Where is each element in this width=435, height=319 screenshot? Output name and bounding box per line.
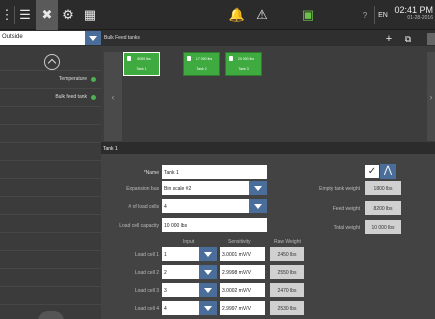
- loadcell-input-select[interactable]: 2: [162, 265, 199, 279]
- sidebar-empty-row: [0, 160, 101, 177]
- step-button[interactable]: ⋀: [380, 164, 396, 179]
- empty-weight-value: 1800 lbs: [365, 181, 401, 195]
- tank-tile-3[interactable]: 20 000 lbs Tank 3: [225, 52, 262, 76]
- sidebar-item-bulk-feed-tank[interactable]: Bulk feed tank: [0, 88, 101, 105]
- help-icon[interactable]: ?: [358, 0, 372, 30]
- strip-next-button[interactable]: ›: [427, 52, 435, 141]
- warning-icon[interactable]: ⚠: [252, 0, 272, 30]
- chevron-down-icon[interactable]: [85, 31, 101, 45]
- location-select[interactable]: Outside: [0, 31, 101, 45]
- loadcell-label: Load cell 1: [134, 252, 159, 258]
- expansion-label: Expansion bus: [126, 186, 159, 192]
- raw-weight-value: 2450 lbs: [270, 247, 304, 261]
- clock-time: 02:41 PM: [394, 5, 433, 15]
- breadcrumb: Bulk Feed tanks: [104, 35, 140, 41]
- sidebar-empty-row: [0, 124, 101, 141]
- column-header: Sensitivity: [228, 239, 251, 245]
- bell-icon[interactable]: 🔔: [228, 0, 246, 30]
- loadcell-input-select[interactable]: 4: [162, 301, 199, 315]
- sensitivity-field[interactable]: 3.0002 mV/V: [220, 283, 265, 297]
- feed-weight-label: Feed weight: [332, 206, 360, 212]
- loadcell-input-select[interactable]: 1: [162, 247, 199, 261]
- grid-icon[interactable]: ▦: [80, 0, 100, 30]
- chevron-down-icon[interactable]: [199, 301, 217, 315]
- add-button[interactable]: +: [383, 33, 395, 45]
- chevron-down-icon[interactable]: [199, 283, 217, 297]
- loadcells-label: # of load cells: [128, 204, 159, 210]
- sidebar-empty-row: [0, 250, 101, 267]
- loadcells-select[interactable]: 4: [162, 199, 249, 213]
- loadcell-label: Load cell 2: [134, 270, 159, 276]
- tools-icon[interactable]: ✖: [36, 0, 58, 30]
- sidebar-empty-row: [0, 106, 101, 123]
- total-weight-value: 10 000 lbs: [365, 220, 401, 234]
- tank-tile-value: 20 000 lbs: [237, 57, 255, 61]
- loadcell-input-select[interactable]: 3: [162, 283, 199, 297]
- tank-tile-value: 17 000 lbs: [195, 57, 213, 61]
- raw-weight-value: 2550 lbs: [270, 265, 304, 279]
- chevron-up-icon[interactable]: [44, 54, 60, 70]
- sidebar-empty-row: [0, 142, 101, 159]
- location-value: Outside: [2, 34, 23, 40]
- sensitivity-field[interactable]: 2.9998 mV/V: [220, 265, 265, 279]
- sidebar-scroll-handle[interactable]: [38, 311, 64, 319]
- tank-tile-2[interactable]: 17 000 lbs Tank 2: [183, 52, 220, 76]
- divider: [374, 6, 375, 24]
- sidebar-empty-row: [0, 178, 101, 195]
- sidebar-empty-row: [0, 196, 101, 213]
- tank-tile-name: Tank 1: [136, 67, 147, 71]
- sidebar-empty-row: [0, 214, 101, 231]
- chevron-down-icon[interactable]: [249, 199, 267, 213]
- sidebar-item-temperature[interactable]: Temperature: [0, 70, 101, 87]
- column-header: Input: [183, 239, 195, 245]
- language-button[interactable]: EN: [376, 0, 390, 30]
- chevron-left-icon: ‹: [111, 91, 115, 102]
- empty-weight-label: Empty tank weight: [319, 186, 360, 192]
- name-field[interactable]: Tank 1: [162, 165, 267, 179]
- screen-icon[interactable]: ▣: [298, 0, 318, 30]
- status-dot: [91, 77, 96, 82]
- chevron-down-icon[interactable]: [249, 181, 267, 195]
- raw-weight-value: 2470 lbs: [270, 283, 304, 297]
- sidebar: Temperature Bulk feed tank: [0, 46, 101, 319]
- total-weight-label: Total weight: [333, 225, 360, 231]
- chevron-down-icon[interactable]: [199, 265, 217, 279]
- raw-weight-value: 2530 lbs: [270, 301, 304, 315]
- sidebar-empty-row: [0, 232, 101, 249]
- ok-button[interactable]: ✓: [365, 165, 379, 178]
- expansion-select[interactable]: Bin scale #2: [162, 181, 249, 195]
- feed-weight-value: 8200 lbs: [365, 201, 401, 215]
- clock-date: 01-28-2016: [407, 15, 433, 21]
- sidebar-item-label: Bulk feed tank: [55, 94, 87, 100]
- strip-prev-button[interactable]: ‹: [104, 52, 122, 141]
- chevron-down-icon[interactable]: [199, 247, 217, 261]
- tank-tile-name: Tank 2: [196, 67, 207, 71]
- list-icon[interactable]: ☰: [15, 0, 35, 30]
- capacity-label: Load cell capacity: [119, 223, 159, 229]
- column-header: Raw Weight: [274, 239, 301, 245]
- copy-button[interactable]: ⧉: [402, 33, 414, 45]
- menu-dots-icon[interactable]: ⋮: [0, 0, 14, 30]
- gear-icon[interactable]: ⚙: [58, 0, 78, 30]
- top-bar: ⋮ ☰ ✖ ⚙ ▦ 🔔 ⚠ ▣ ? EN 02:41 PM 01-28-2016: [0, 0, 435, 30]
- loadcell-label: Load cell 3: [134, 288, 159, 294]
- loadcell-label: Load cell 4: [134, 306, 159, 312]
- sensitivity-field[interactable]: 2.9997 mV/V: [220, 301, 265, 315]
- status-dot: [91, 95, 96, 100]
- tank-tile-name: Tank 3: [238, 67, 249, 71]
- name-label: *Name: [143, 170, 159, 176]
- sidebar-empty-row: [0, 286, 101, 303]
- capacity-field[interactable]: 10 000 lbs: [162, 218, 267, 232]
- overflow-button[interactable]: [427, 33, 435, 45]
- sensitivity-field[interactable]: 3.0001 mV/V: [220, 247, 265, 261]
- chevron-right-icon: ›: [429, 91, 433, 102]
- sidebar-item-label: Temperature: [58, 76, 87, 82]
- panel-title: Tank 1: [101, 142, 435, 154]
- help-label: ?: [362, 10, 368, 20]
- tank-tile-1[interactable]: 8000 lbs Tank 1: [123, 52, 160, 76]
- clock: 02:41 PM 01-28-2016: [394, 5, 433, 21]
- tank-tile-value: 8000 lbs: [137, 57, 151, 61]
- sidebar-empty-row: [0, 268, 101, 285]
